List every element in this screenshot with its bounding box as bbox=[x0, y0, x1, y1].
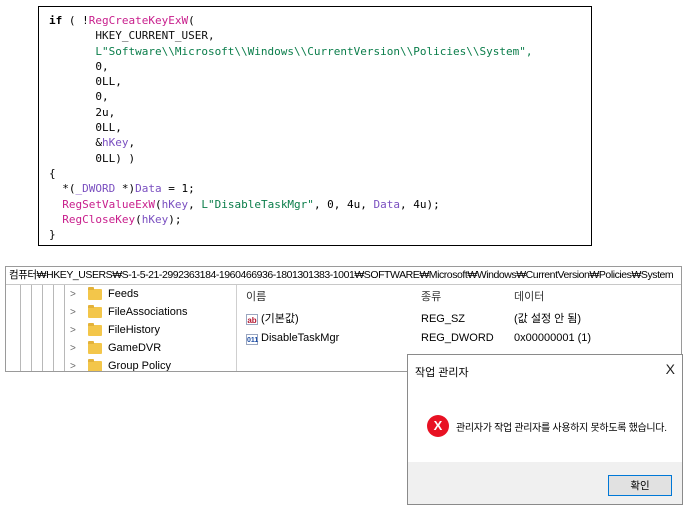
error-icon: X bbox=[427, 415, 449, 437]
code-line: 0LL, bbox=[49, 75, 122, 89]
code-line: &hKey, bbox=[49, 136, 136, 150]
chevron-right-icon[interactable]: > bbox=[70, 289, 82, 300]
code-line: RegSetValueExW(hKey, L"DisableTaskMgr", … bbox=[62, 197, 440, 211]
tree-item-label: Feeds bbox=[108, 288, 139, 300]
tree-item-gamedvr[interactable]: > GameDVR bbox=[70, 339, 161, 357]
chevron-right-icon[interactable]: > bbox=[70, 361, 82, 372]
decompiled-code-panel: if ( !RegCreateKeyExW( HKEY_CURRENT_USER… bbox=[38, 6, 592, 246]
registry-address-bar[interactable]: 컴퓨터₩HKEY_USERS₩S-1-5-21-2992363184-19604… bbox=[6, 267, 681, 285]
close-icon[interactable]: X bbox=[666, 361, 675, 377]
value-type: REG_DWORD bbox=[421, 332, 494, 344]
code-line: 0, bbox=[49, 59, 109, 73]
code-line: 0, bbox=[49, 90, 109, 104]
code-line: HKEY_CURRENT_USER, bbox=[49, 29, 215, 43]
folder-icon bbox=[88, 304, 102, 318]
code-line: *(_DWORD *)Data = 1; bbox=[49, 182, 195, 196]
column-header-name[interactable]: 이름 bbox=[246, 288, 266, 304]
value-name: DisableTaskMgr bbox=[261, 332, 340, 344]
code-keyword-if: if bbox=[49, 14, 63, 27]
dword-value-icon: 011 bbox=[246, 334, 258, 345]
tree-item-label: FileHistory bbox=[108, 324, 160, 336]
tree-item-filehistory[interactable]: > FileHistory bbox=[70, 321, 160, 339]
folder-icon bbox=[88, 322, 102, 336]
dialog-title: 작업 관리자 bbox=[415, 367, 469, 379]
code-line: 0LL) ) bbox=[49, 151, 136, 165]
code-fn-regcreatekeyexw: RegCreateKeyExW bbox=[88, 14, 189, 27]
code-line: L"Software\\Microsoft\\Windows\\CurrentV… bbox=[49, 44, 533, 58]
folder-icon bbox=[88, 286, 102, 300]
code-line: if ( !RegCreateKeyExW( bbox=[49, 14, 195, 27]
value-row-disabletaskmgr[interactable]: 011 DisableTaskMgr bbox=[246, 329, 339, 347]
folder-icon bbox=[88, 340, 102, 354]
column-header-type[interactable]: 종류 bbox=[421, 288, 441, 304]
tree-item-fileassociations[interactable]: > FileAssociations bbox=[70, 303, 187, 321]
code-line: } bbox=[49, 228, 56, 242]
registry-tree: > Feeds > FileAssociations > FileHistory… bbox=[6, 285, 237, 371]
task-manager-dialog: 작업 관리자 X X 관리자가 작업 관리자를 사용하지 못하도록 했습니다. … bbox=[407, 354, 683, 505]
value-data: (값 설정 안 됨) bbox=[514, 313, 582, 325]
code-line: { bbox=[49, 166, 56, 180]
tree-item-label: GameDVR bbox=[108, 342, 162, 354]
value-row-default[interactable]: ab (기본값) bbox=[246, 310, 299, 328]
tree-item-group-policy[interactable]: > Group Policy bbox=[70, 357, 171, 372]
tree-item-label: FileAssociations bbox=[108, 306, 188, 318]
tree-item-feeds[interactable]: > Feeds bbox=[70, 285, 139, 303]
chevron-right-icon[interactable]: > bbox=[70, 307, 82, 318]
value-type: REG_SZ bbox=[421, 313, 466, 325]
string-value-icon: ab bbox=[246, 314, 258, 325]
code-line: 0LL, bbox=[49, 121, 122, 135]
tree-item-label: Group Policy bbox=[108, 360, 171, 372]
value-name: (기본값) bbox=[261, 313, 299, 325]
dialog-footer: 확인 bbox=[408, 462, 682, 504]
ok-button[interactable]: 확인 bbox=[608, 475, 672, 496]
code-line: 2u, bbox=[49, 105, 116, 119]
dialog-message: 관리자가 작업 관리자를 사용하지 못하도록 했습니다. bbox=[456, 423, 667, 434]
folder-icon bbox=[88, 358, 102, 371]
tree-guide-lines bbox=[20, 285, 70, 371]
chevron-right-icon[interactable]: > bbox=[70, 343, 82, 354]
code-line: RegCloseKey(hKey); bbox=[62, 212, 182, 226]
value-data: 0x00000001 (1) bbox=[514, 332, 592, 344]
column-header-data[interactable]: 데이터 bbox=[514, 288, 544, 304]
chevron-right-icon[interactable]: > bbox=[70, 325, 82, 336]
